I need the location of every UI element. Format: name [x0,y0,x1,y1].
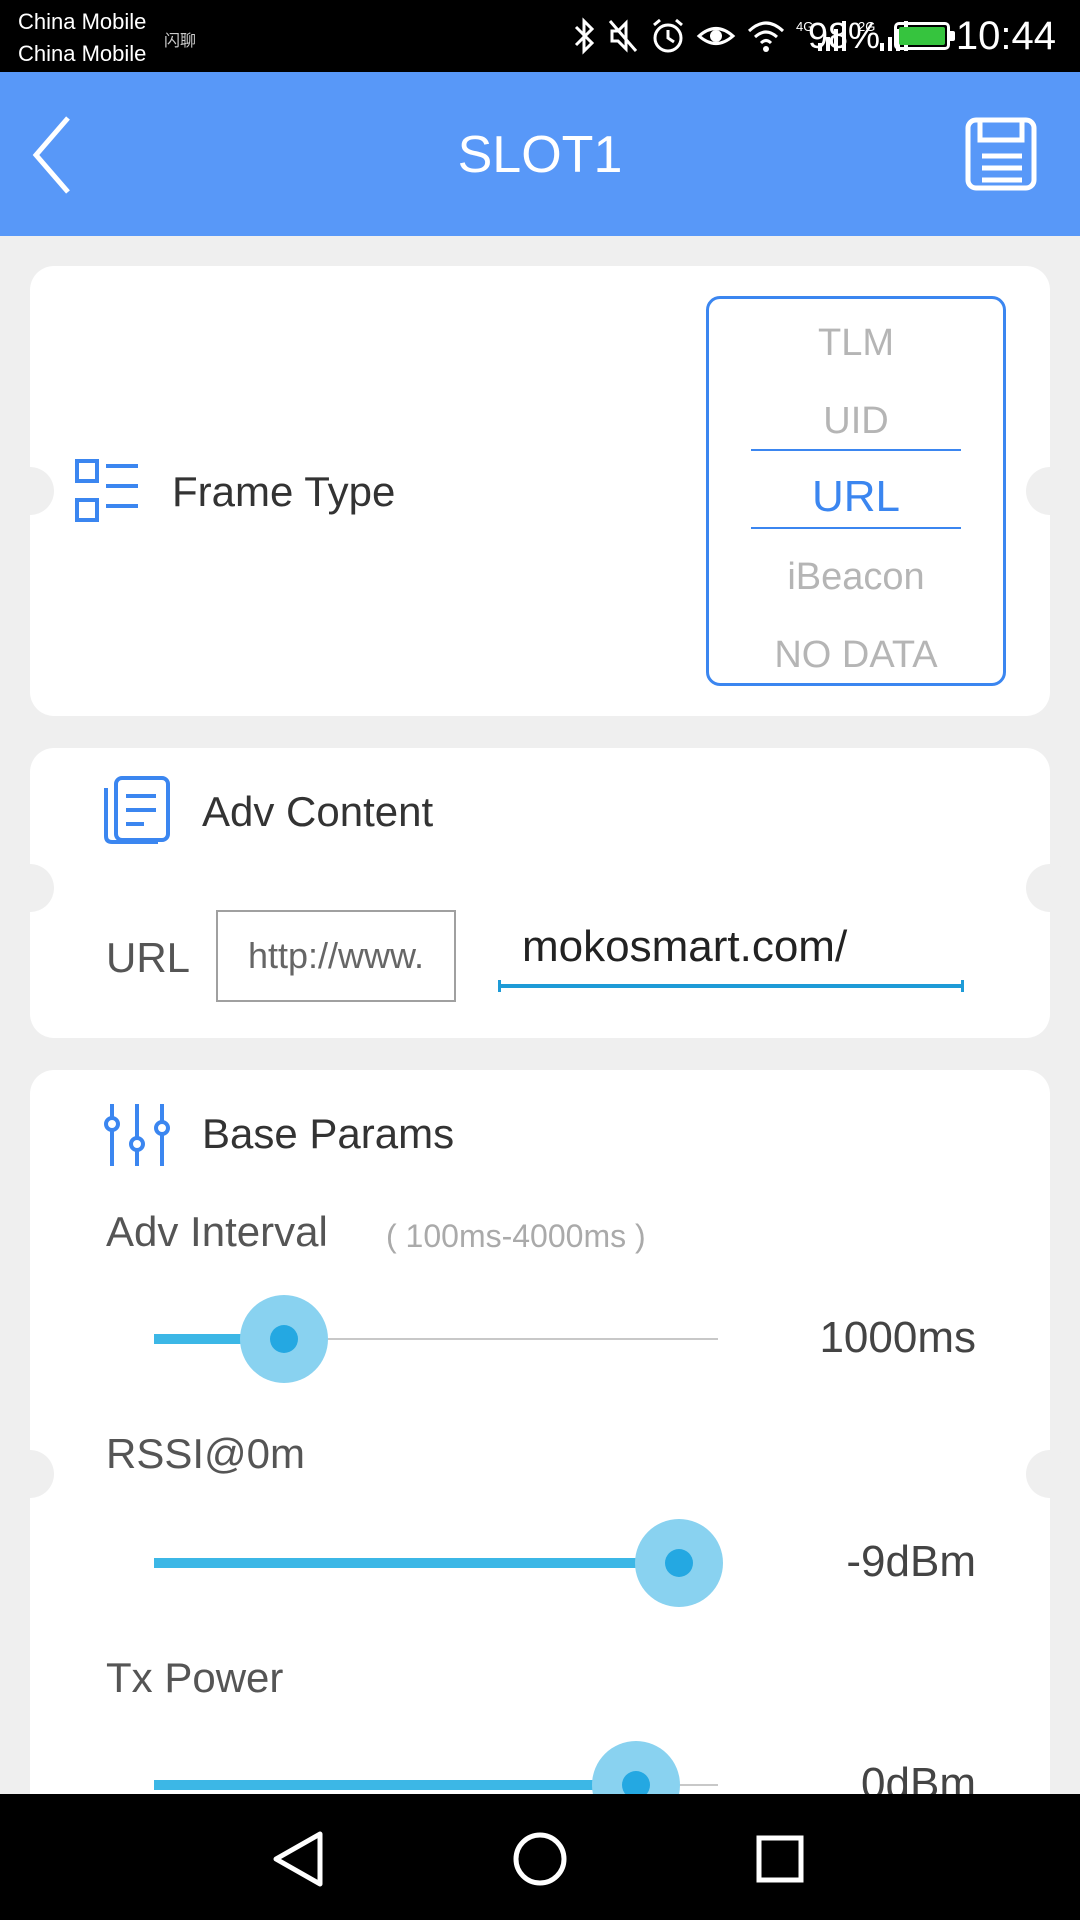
nav-home-button[interactable] [505,1824,575,1894]
picker-option-tlm[interactable]: TLM [709,311,1003,375]
rssi-label: RSSI@0m [106,1430,306,1477]
rssi-slider-thumb[interactable] [635,1519,723,1607]
tx-power-slider-fill [154,1780,636,1790]
rssi-value: -9dBm [846,1537,976,1586]
url-label: URL [106,934,191,981]
adv-content-title: Adv Content [202,788,434,835]
url-input-corner-right [961,980,964,992]
back-triangle-icon [273,1831,323,1887]
alarm-icon [653,18,683,53]
picker-option-no-data[interactable]: NO DATA [709,623,1003,687]
adv-interval-hint: ( 100ms-4000ms ) [386,1218,646,1254]
base-params-title: Base Params [202,1110,455,1157]
wifi-icon [747,21,785,52]
adv-content-card: Adv Content URL http://www. [6,748,1074,1038]
save-button[interactable] [964,116,1040,192]
recents-square-icon [756,1835,804,1883]
url-input-corner-left [498,980,501,992]
nav-back-button[interactable] [264,1824,334,1894]
picker-selection-top-line [751,449,961,451]
battery-icon [894,22,955,50]
bluetooth-icon [574,17,595,55]
carrier-1: China Mobile [18,9,147,34]
frame-type-title: Frame Type [172,468,396,515]
rssi-slider[interactable] [154,1519,723,1607]
clock: 10:44 [955,14,1056,58]
mute-icon [608,19,638,53]
frame-type-picker[interactable]: TLM UID URL iBeacon NO DATA [706,296,1006,686]
home-circle-icon [513,1832,567,1886]
nav-recents-button[interactable] [745,1824,815,1894]
navigation-bar [0,1794,1080,1920]
carrier-info: China Mobile China Mobile 闪聊 [18,6,196,70]
document-icon [104,776,170,844]
tx-power-slider[interactable] [154,1741,718,1829]
url-input[interactable] [498,910,964,988]
save-icon [965,117,1037,191]
title-bar: SLOT1 [0,72,1080,236]
adv-interval-slider-thumb[interactable] [240,1295,328,1383]
list-icon [75,459,138,522]
status-bar: China Mobile China Mobile 闪聊 4G 2G 98% 1… [0,0,1080,72]
eye-icon [696,27,736,45]
picker-option-uid[interactable]: UID [709,389,1003,453]
rssi-slider-fill [154,1558,679,1568]
carrier-hd-label: 闪聊 [164,33,197,50]
adv-interval-label: Adv Interval [106,1208,328,1255]
sliders-icon [104,1104,170,1166]
picker-selection-bottom-line [751,527,961,529]
picker-option-url[interactable]: URL [709,465,1003,529]
frame-type-card: Frame Type TLM UID URL iBeacon NO DATA [6,266,1074,716]
page-title: SLOT1 [457,126,623,184]
url-prefix-select[interactable]: http://www. [216,910,456,1002]
carrier-2: China Mobile [18,41,147,66]
tx-power-label: Tx Power [106,1654,284,1701]
adv-interval-slider[interactable] [154,1295,718,1383]
base-params-card: Base Params Adv Interval ( 100ms-4000ms … [6,1070,1074,1830]
adv-interval-value: 1000ms [819,1313,976,1362]
picker-option-ibeacon[interactable]: iBeacon [709,545,1003,609]
battery-percentage: 98% [807,15,880,56]
